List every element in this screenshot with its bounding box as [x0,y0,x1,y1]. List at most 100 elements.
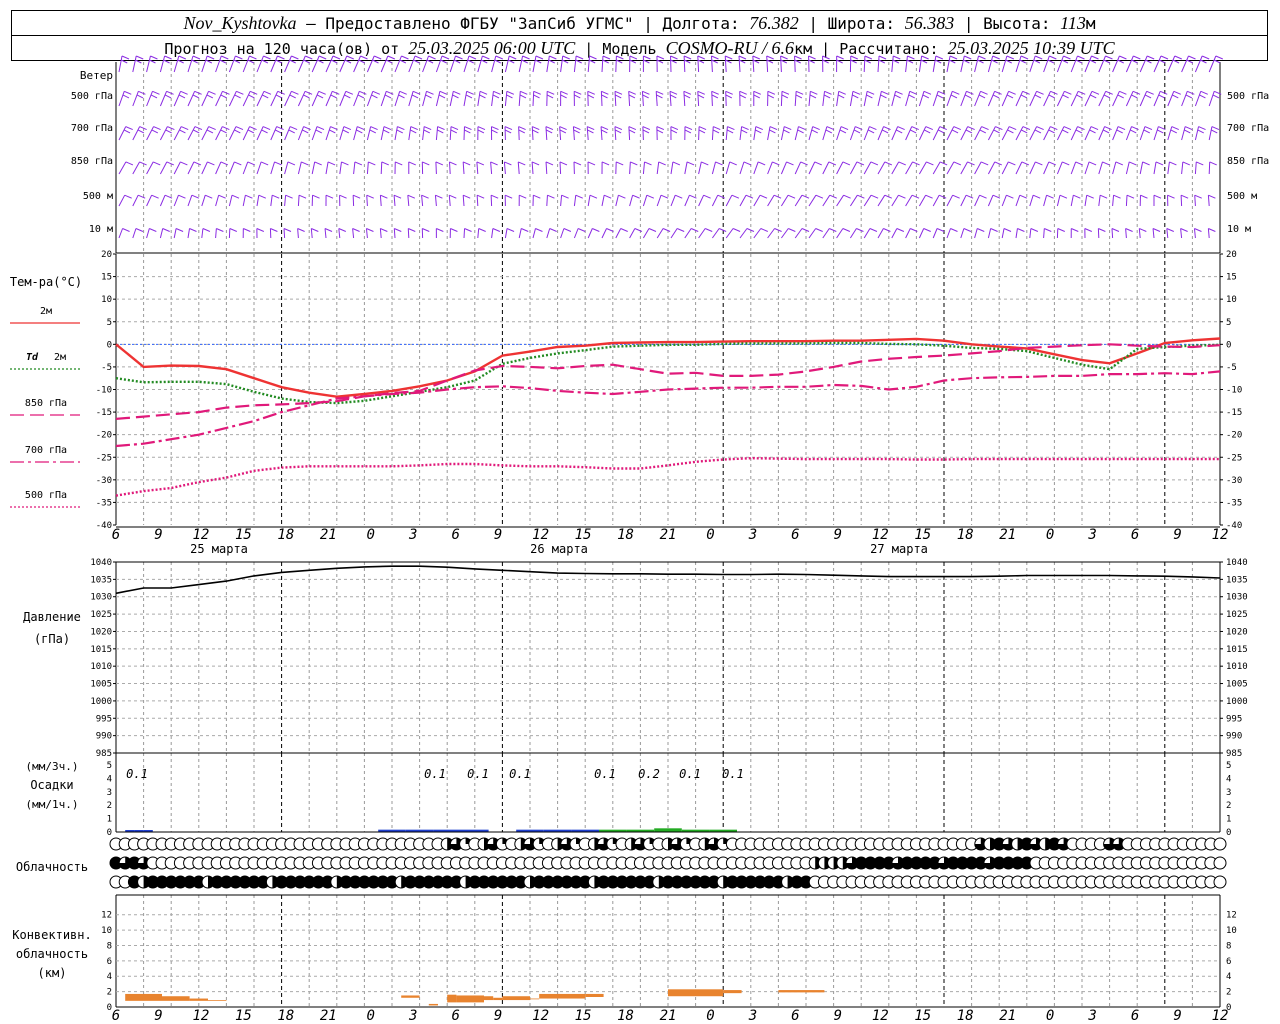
wind-barb-staff [477,55,483,73]
wind-barb-staff [601,195,605,207]
wind-barb-flag [194,90,202,95]
wind-barb-staff [518,91,521,107]
wind-barb-staff [462,161,465,175]
wind-barb-staff [642,228,650,239]
wind-barb-flag [332,90,340,95]
wind-barb-staff [1098,126,1106,141]
wind-barb-staff [270,195,273,207]
wind-barb-flag [1194,194,1202,199]
wind-barb-flag [991,59,998,64]
wind-barb-staff [780,194,789,207]
wind-barb-flag [920,59,928,64]
wind-barb-staff [476,161,479,175]
wind-barb-flag [545,126,554,131]
wind-barb-staff [1029,55,1036,73]
pres-ytick-left: 1025 [90,610,112,620]
wind-barb-flag [1048,129,1055,134]
cloud-cover-symbol [1213,875,1227,889]
wind-barb-staff [1015,55,1022,73]
wind-barb-flag [878,59,886,64]
wind-barb-flag [630,161,638,166]
wind-barb-flag [312,194,320,199]
conv-cloud-bar [125,993,162,1001]
wind-barb-flag [358,59,366,64]
wind-barb-flag [385,59,393,64]
prec-ytick-left: 0 [107,828,112,838]
wind-barb-flag [950,94,958,99]
wind-barb-staff [767,126,771,141]
wind-barb-flag [247,161,255,166]
temp-ytick-right: 20 [1226,250,1237,260]
temp-ytick-left: -25 [96,453,112,463]
wind-barb-staff [325,55,334,73]
wind-barb-staff [697,91,700,107]
wind-barb-staff [449,126,452,141]
wind-barb-flag [978,94,986,99]
wind-barb-flag [1075,129,1083,134]
wind-barb-flag [508,59,515,64]
wind-barb-staff [836,194,845,207]
wind-barb-flag [1139,228,1147,232]
pres-ytick-left: 1005 [90,680,112,690]
wind-barb-staff [477,91,481,107]
conv-cloud-bar [668,989,724,997]
wind-barb-flag [587,94,595,99]
wind-barb-flag [1180,228,1188,232]
wind-barb-flag [519,94,527,99]
wind-barb-flag [686,161,695,166]
wind-barb-staff [725,161,731,175]
wind-barb-flag [658,161,666,166]
wind-barb-flag [559,129,567,134]
wind-barb-flag [883,228,891,232]
wind-barb-staff [1070,91,1079,107]
wind-barb-staff [1112,91,1120,107]
wind-barb-flag [1111,228,1120,232]
wind-barb-flag [1117,94,1124,99]
wind-barb-staff [394,55,402,73]
conv-cloud-bar [189,998,208,1001]
wind-barb-flag [715,161,723,166]
wind-barb-staff [463,91,468,107]
wind-barb-flag [1089,129,1096,134]
conv-cloud-bar [778,990,825,993]
wind-barb-staff [201,91,210,107]
wind-barb-flag [697,55,705,60]
wind-barb-flag [683,94,691,99]
wind-barb-flag [247,129,255,134]
conv-xtick: 0 [706,1008,714,1024]
wind-barb-staff [270,55,278,73]
wind-barb-flag [1184,129,1191,134]
wind-barb-flag [559,126,567,131]
wind-barb-staff [780,228,789,239]
wind-barb-flag [1201,55,1210,60]
wind-barb-staff [877,91,882,107]
wind-barb-staff [918,55,923,73]
wind-barb-flag [261,129,268,134]
wind-barb-flag [856,228,864,232]
wind-barb-flag [644,161,652,166]
wind-barb-flag [1143,129,1150,134]
wind-barb-staff [836,126,842,141]
wind-barb-staff [1070,55,1078,73]
wind-barb-flag [366,228,374,232]
wind-barb-staff [201,55,208,73]
wind-barb-staff [435,55,443,73]
wind-barb-flag [726,129,734,134]
wind-barb-flag [149,59,156,64]
wind-barb-staff [946,126,955,141]
wind-barb-staff [987,195,994,207]
wind-barb-staff [1015,91,1024,107]
conv-title-3: (км) [38,966,67,980]
wind-barb-flag [467,59,474,64]
wind-barb-staff [987,228,992,239]
wind-barb-flag [1061,59,1069,64]
wind-barb-staff [517,161,520,175]
wind-barb-flag [235,55,243,60]
wind-barb-staff [1180,228,1183,239]
wind-barb-flag [894,94,901,99]
wind-barb-flag [1020,55,1029,60]
wind-barb-staff [1043,55,1050,73]
wind-barb-staff [366,161,369,175]
wind-barb-staff [1208,91,1215,107]
wind-barb-flag [573,129,580,134]
